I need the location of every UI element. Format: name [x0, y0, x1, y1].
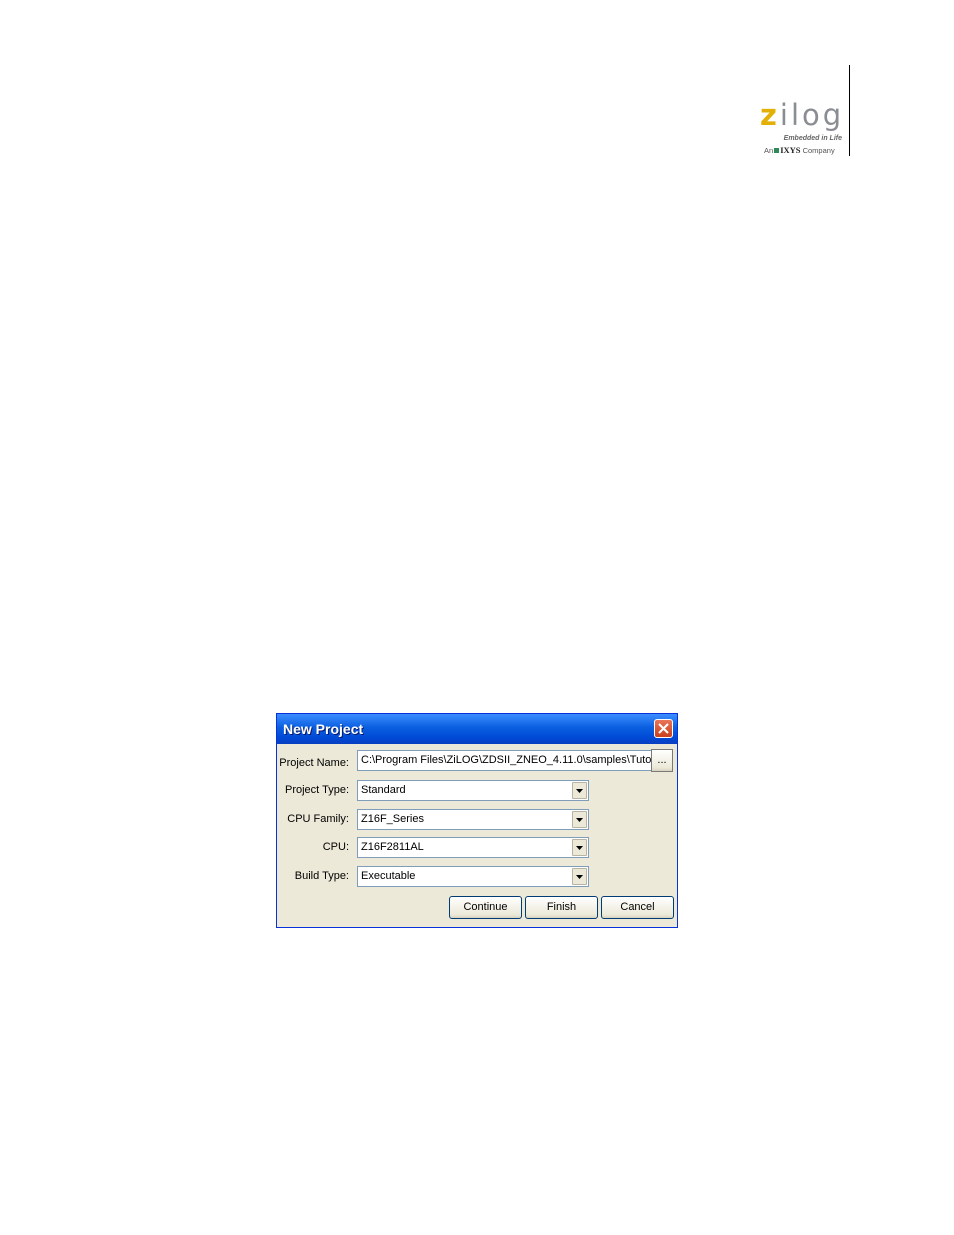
logo-company-line: An IXYS Company [764, 145, 835, 155]
dialog-title: New Project [283, 721, 364, 737]
cpu-select[interactable]: Z16F2811AL [357, 837, 589, 858]
dropdown-button[interactable] [572, 839, 587, 856]
chevron-down-icon [576, 875, 583, 879]
project-name-label: Project Name: [279, 757, 349, 769]
build-type-select[interactable]: Executable [357, 866, 589, 887]
new-project-dialog: New Project Project Name: C:\Program Fil… [276, 713, 678, 928]
cancel-button[interactable]: Cancel [601, 896, 674, 919]
continue-button[interactable]: Continue [449, 896, 522, 919]
chevron-down-icon [576, 818, 583, 822]
dropdown-button[interactable] [572, 811, 587, 828]
browse-button[interactable]: ... [651, 749, 673, 772]
dialog-titlebar[interactable]: New Project [277, 714, 677, 744]
project-type-label: Project Type: [285, 784, 349, 796]
logo-square-icon [774, 148, 780, 153]
logo-tagline: Embedded in Life [783, 135, 842, 142]
dropdown-button[interactable] [572, 868, 587, 885]
finish-button[interactable]: Finish [525, 896, 598, 919]
chevron-down-icon [576, 846, 583, 850]
header-divider [849, 65, 850, 156]
close-icon [658, 723, 669, 734]
project-type-select[interactable]: Standard [357, 780, 589, 801]
dropdown-button[interactable] [572, 782, 587, 799]
project-name-input[interactable]: C:\Program Files\ZiLOG\ZDSII_ZNEO_4.11.0… [357, 750, 653, 771]
build-type-label: Build Type: [294, 870, 349, 882]
chevron-down-icon [576, 789, 583, 793]
close-button[interactable] [654, 719, 673, 738]
cpu-family-label: CPU Family: [287, 813, 349, 825]
logo-wordmark: zilog [760, 98, 845, 132]
zilog-logo: zilog Embedded in Life An IXYS Company [760, 100, 852, 160]
cpu-family-select[interactable]: Z16F_Series [357, 809, 589, 830]
cpu-label: CPU: [322, 841, 349, 853]
